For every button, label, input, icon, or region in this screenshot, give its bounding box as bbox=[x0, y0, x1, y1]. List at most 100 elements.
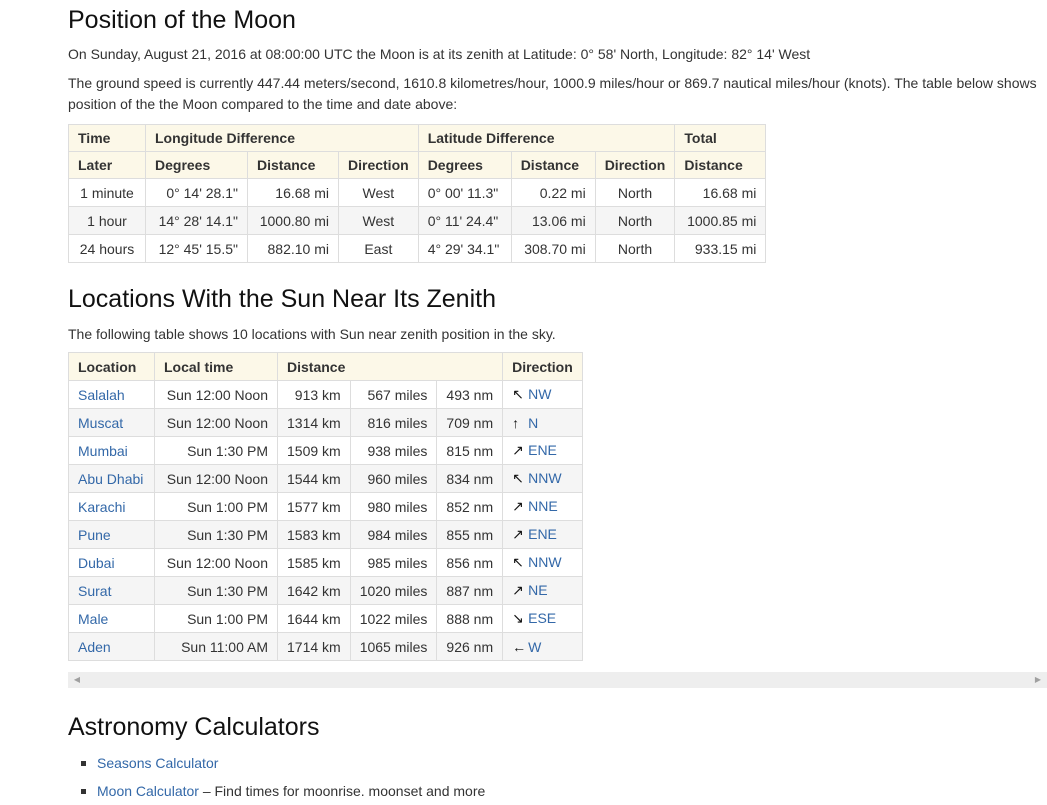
moon-calculator-link[interactable]: Moon Calculator bbox=[97, 783, 199, 799]
table-row: Muscat Sun 12:00 Noon 1314 km 816 miles 709 … bbox=[68, 408, 583, 437]
table-row: Aden Sun 11:00 AM 1714 km 1065 miles 926 nm ←… bbox=[68, 632, 583, 661]
direction-link[interactable]: ENE bbox=[528, 526, 557, 542]
distance-miles: 985 miles bbox=[349, 548, 438, 577]
location-link[interactable]: Salalah bbox=[78, 387, 125, 403]
location-link[interactable]: Karachi bbox=[78, 499, 125, 515]
location-cell: Male bbox=[68, 604, 155, 633]
location-link[interactable]: Pune bbox=[78, 527, 111, 543]
local-time: Sun 1:30 PM bbox=[154, 576, 278, 605]
local-time: Sun 11:00 AM bbox=[154, 632, 278, 661]
location-cell: Salalah bbox=[68, 380, 155, 409]
time-later: 24 hours bbox=[68, 234, 146, 263]
lat-degrees: 4° 29' 34.1" bbox=[417, 234, 512, 263]
lon-direction: West bbox=[338, 178, 419, 207]
subheader-lat-degrees: Degrees bbox=[417, 151, 512, 179]
moon-calculator-description: – Find times for moonrise. moonset and m… bbox=[198, 783, 486, 799]
table-row: Karachi Sun 1:00 PM 1577 km 980 miles 852 nm… bbox=[68, 492, 583, 521]
sun-zenith-table: Location Local time Distance Direction S… bbox=[68, 352, 583, 661]
astronomy-calculators-title: Astronomy Calculators bbox=[68, 713, 320, 741]
header-longitude-difference: Longitude Difference bbox=[145, 124, 419, 152]
location-cell: Dubai bbox=[68, 548, 155, 577]
direction-cell: ↖ NNW bbox=[502, 548, 583, 577]
seasons-calculator-link[interactable]: Seasons Calculator bbox=[97, 755, 218, 771]
direction-link[interactable]: NNW bbox=[528, 554, 561, 570]
header-total: Total bbox=[674, 124, 767, 152]
lat-degrees: 0° 11' 24.4" bbox=[417, 206, 512, 235]
location-link[interactable]: Male bbox=[78, 611, 108, 627]
direction-link[interactable]: ENE bbox=[528, 442, 557, 458]
location-cell: Aden bbox=[68, 632, 155, 661]
lat-direction: North bbox=[594, 234, 676, 263]
distance-km: 913 km bbox=[277, 380, 351, 409]
location-cell: Abu Dhabi bbox=[68, 464, 155, 493]
scroll-left-arrow-icon[interactable]: ◀ bbox=[70, 672, 84, 688]
horizontal-scrollbar[interactable]: ◀ ▶ bbox=[68, 672, 1047, 688]
table-row: 1 minute 0° 14' 28.1" 16.68 mi West 0° 0… bbox=[68, 178, 767, 207]
subheader-lon-degrees: Degrees bbox=[145, 151, 248, 179]
local-time: Sun 12:00 Noon bbox=[154, 548, 278, 577]
lat-distance: 0.22 mi bbox=[510, 178, 596, 207]
direction-cell: ↖ NW bbox=[502, 380, 583, 409]
local-time: Sun 12:00 Noon bbox=[154, 464, 278, 493]
location-link[interactable]: Abu Dhabi bbox=[78, 471, 143, 487]
distance-miles: 816 miles bbox=[349, 408, 438, 437]
direction-link[interactable]: N bbox=[528, 415, 538, 431]
lon-direction: West bbox=[338, 206, 419, 235]
location-cell: Mumbai bbox=[68, 436, 155, 465]
location-link[interactable]: Dubai bbox=[78, 555, 115, 571]
location-link[interactable]: Surat bbox=[78, 583, 111, 599]
list-item: Seasons Calculator bbox=[68, 749, 485, 777]
direction-arrow-icon: ↗ bbox=[512, 442, 524, 458]
distance-miles: 1065 miles bbox=[349, 632, 438, 661]
bullet-icon bbox=[81, 789, 86, 794]
distance-km: 1585 km bbox=[277, 548, 351, 577]
distance-miles: 1020 miles bbox=[349, 576, 438, 605]
subheader-lat-distance: Distance bbox=[510, 151, 596, 179]
direction-arrow-icon: ↑ bbox=[512, 414, 520, 431]
lon-degrees: 14° 28' 14.1" bbox=[145, 206, 248, 235]
distance-nm: 493 nm bbox=[436, 380, 504, 409]
subheader-total-distance: Distance bbox=[674, 151, 767, 179]
list-item: Moon Calculator – Find times for moonris… bbox=[68, 777, 485, 805]
moon-position-title: Position of the Moon bbox=[68, 6, 296, 34]
header-direction: Direction bbox=[502, 352, 583, 381]
moon-position-table: Time Longitude Difference Latitude Diffe… bbox=[68, 124, 767, 263]
local-time: Sun 1:00 PM bbox=[154, 492, 278, 521]
direction-arrow-icon: ↗ bbox=[512, 582, 524, 598]
total-distance: 933.15 mi bbox=[674, 234, 767, 263]
local-time: Sun 12:00 Noon bbox=[154, 380, 278, 409]
table-row: Surat Sun 1:30 PM 1642 km 1020 miles 887 nm ↗… bbox=[68, 576, 583, 605]
direction-arrow-icon: ↘ bbox=[512, 610, 524, 626]
scroll-right-arrow-icon[interactable]: ▶ bbox=[1031, 672, 1045, 688]
distance-km: 1314 km bbox=[277, 408, 351, 437]
direction-link[interactable]: W bbox=[528, 639, 541, 655]
lat-direction: North bbox=[594, 178, 676, 207]
sun-zenith-description: The following table shows 10 locations w… bbox=[68, 326, 556, 342]
location-link[interactable]: Aden bbox=[78, 639, 111, 655]
direction-link[interactable]: NE bbox=[528, 582, 547, 598]
direction-link[interactable]: NNW bbox=[528, 470, 561, 486]
location-link[interactable]: Mumbai bbox=[78, 443, 128, 459]
distance-nm: 888 nm bbox=[436, 604, 504, 633]
table-row: Pune Sun 1:30 PM 1583 km 984 miles 855 nm ↗ EN… bbox=[68, 520, 583, 549]
direction-link[interactable]: NW bbox=[528, 386, 551, 402]
distance-miles: 567 miles bbox=[349, 380, 438, 409]
direction-arrow-icon: ↗ bbox=[512, 526, 524, 542]
subheader-lon-distance: Distance bbox=[247, 151, 339, 179]
location-cell: Surat bbox=[68, 576, 155, 605]
moon-table-group-header: Time Longitude Difference Latitude Diffe… bbox=[68, 124, 767, 152]
table-row: 1 hour 14° 28' 14.1" 1000.80 mi West 0° … bbox=[68, 206, 767, 235]
direction-link[interactable]: ESE bbox=[528, 610, 556, 626]
direction-cell: ↗ ENE bbox=[502, 436, 583, 465]
subheader-lat-direction: Direction bbox=[594, 151, 676, 179]
header-local-time: Local time bbox=[154, 352, 278, 381]
location-link[interactable]: Muscat bbox=[78, 415, 123, 431]
table-row: Dubai Sun 12:00 Noon 1585 km 985 miles 856 n… bbox=[68, 548, 583, 577]
lat-direction: North bbox=[594, 206, 676, 235]
sun-table-body: Salalah Sun 12:00 Noon 913 km 567 miles 493 … bbox=[68, 380, 583, 661]
total-distance: 16.68 mi bbox=[674, 178, 767, 207]
location-cell: Muscat bbox=[68, 408, 155, 437]
direction-link[interactable]: NNE bbox=[528, 498, 558, 514]
table-row: Male Sun 1:00 PM 1644 km 1022 miles 888 nm ↘ E… bbox=[68, 604, 583, 633]
location-cell: Karachi bbox=[68, 492, 155, 521]
